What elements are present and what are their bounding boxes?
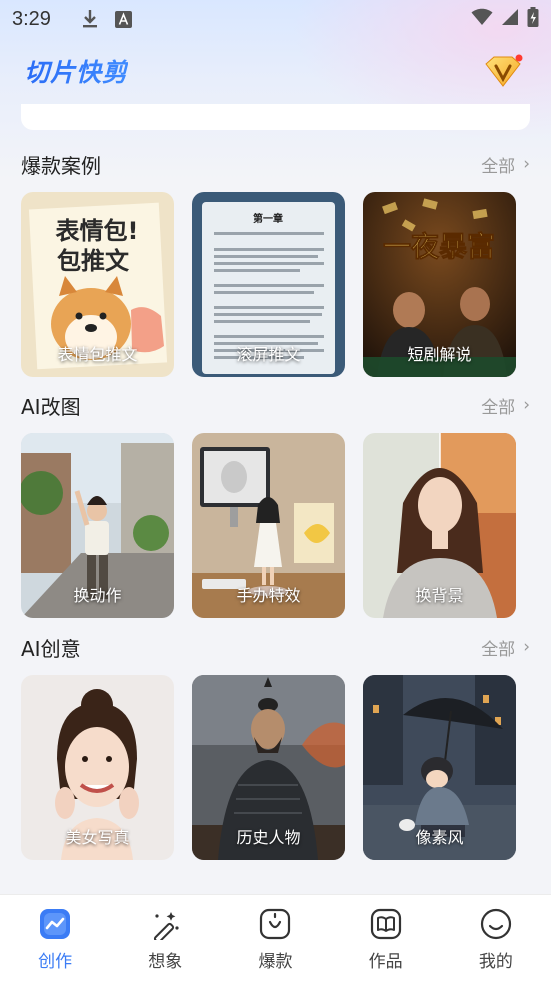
meme-headline-line1: 表情包! <box>56 217 139 245</box>
see-all-button[interactable]: 全部 › <box>481 393 530 418</box>
smile-icon <box>479 907 513 941</box>
section-title: AI改图 <box>21 394 81 419</box>
card-label: 手办特效 <box>236 586 301 605</box>
card-drama-explain[interactable]: 一夜暴富 短剧解说 <box>363 192 516 377</box>
app-title: 切片快剪 <box>24 53 128 89</box>
text-notification-icon <box>114 10 132 28</box>
see-all-button[interactable]: 全部 › <box>481 635 530 660</box>
chevron-right-icon: › <box>523 395 530 415</box>
card-label: 像素风 <box>415 828 464 847</box>
status-time: 3:29 <box>12 7 51 30</box>
card-change-pose[interactable]: 换动作 <box>21 433 174 618</box>
section-ai-edit: AI改图 全部 › 换动作 手办特效 换背景 <box>21 391 530 618</box>
chevron-right-icon: › <box>523 637 530 657</box>
battery-icon <box>527 6 539 32</box>
vip-badge[interactable] <box>481 54 525 90</box>
tab-hot[interactable]: 爆款 <box>235 907 315 972</box>
tab-create[interactable]: 创作 <box>15 907 95 972</box>
bottom-tab-bar: 创作 想象 爆款 作品 我的 <box>0 894 551 981</box>
wifi-icon <box>471 8 493 31</box>
status-bar: 3:29 <box>0 0 551 38</box>
card-label: 换背景 <box>415 586 464 605</box>
card-meme-tweet[interactable]: 表情包! 包推文 表情包推文 <box>21 192 174 377</box>
vip-diamond-icon <box>485 54 523 87</box>
card-label: 表情包推文 <box>57 345 138 364</box>
card-label: 美女写真 <box>65 828 130 847</box>
card-label: 滚屏推文 <box>236 345 301 364</box>
card-label: 换动作 <box>73 586 122 605</box>
see-all-label: 全部 <box>481 639 516 660</box>
chevron-right-icon: › <box>523 154 530 174</box>
scroll-page-title: 第一章 <box>253 212 283 225</box>
tab-label: 作品 <box>368 952 403 972</box>
see-all-label: 全部 <box>481 156 516 177</box>
section-hot-cases: 爆款案例 全部 › 表情包! 包推文 表情包推文 第一章 滚屏推文 一夜暴富 短… <box>21 150 530 377</box>
see-all-label: 全部 <box>481 397 516 418</box>
card-pixel-style[interactable]: 像素风 <box>363 675 516 860</box>
tab-imagine[interactable]: 想象 <box>125 907 205 972</box>
card-scroll-tweet[interactable]: 第一章 滚屏推文 <box>192 192 345 377</box>
tab-me[interactable]: 我的 <box>456 907 536 972</box>
tab-label: 创作 <box>38 952 73 972</box>
card-historical-figure[interactable]: 历史人物 <box>192 675 345 860</box>
tab-works[interactable]: 作品 <box>346 907 426 972</box>
section-title: 爆款案例 <box>21 153 101 178</box>
section-ai-creative: AI创意 全部 › 美女写真 历史人物 像素风 <box>21 633 530 860</box>
banner-card[interactable] <box>21 104 530 130</box>
section-title: AI创意 <box>21 636 81 661</box>
app-header: 切片快剪 <box>0 48 551 94</box>
hot-icon <box>258 907 292 941</box>
card-label: 短剧解说 <box>407 345 472 364</box>
drama-headline: 一夜暴富 <box>383 230 495 263</box>
tab-label: 爆款 <box>258 952 293 972</box>
create-icon <box>38 907 72 941</box>
tab-label: 我的 <box>478 952 513 972</box>
book-icon <box>369 907 403 941</box>
signal-icon <box>501 8 519 31</box>
magic-wand-icon <box>148 907 182 941</box>
card-figure-effect[interactable]: 手办特效 <box>192 433 345 618</box>
card-beauty-portrait[interactable]: 美女写真 <box>21 675 174 860</box>
download-icon <box>81 9 99 29</box>
tab-label: 想象 <box>148 952 183 972</box>
card-label: 历史人物 <box>236 828 301 847</box>
card-change-background[interactable]: 换背景 <box>363 433 516 618</box>
meme-headline-line2: 包推文 <box>57 247 130 275</box>
see-all-button[interactable]: 全部 › <box>481 152 530 177</box>
